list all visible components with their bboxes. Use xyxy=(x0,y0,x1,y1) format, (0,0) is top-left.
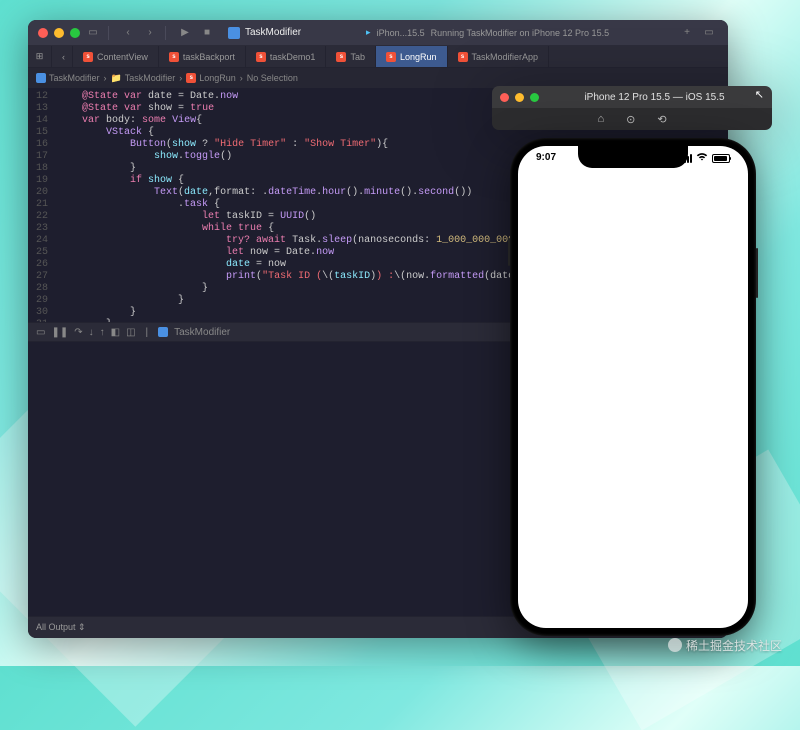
sim-home-icon[interactable]: ⌂ xyxy=(597,113,604,125)
tab-longrun[interactable]: sLongRun xyxy=(376,46,448,67)
cellular-icon xyxy=(681,154,692,163)
simulator-toolbar: ⌂ ⊙ ⟲ xyxy=(492,108,772,130)
tab-tab[interactable]: sTab xyxy=(326,46,376,67)
status-message: Running TaskModifier on iPhone 12 Pro 15… xyxy=(431,28,609,38)
navigator-toggle-icon[interactable]: ▭ xyxy=(84,24,102,42)
breadcrumb-selection[interactable]: No Selection xyxy=(247,73,298,83)
forward-button[interactable]: › xyxy=(141,24,159,42)
debug-step-over-icon[interactable]: ↷ xyxy=(74,327,82,338)
debug-step-in-icon[interactable]: ↓ xyxy=(89,327,94,338)
simulator-window: iPhone 12 Pro 15.5 — iOS 15.5 ↖ ⌂ ⊙ ⟲ xyxy=(492,86,772,130)
zoom-window-button[interactable] xyxy=(70,28,80,38)
minimize-window-button[interactable] xyxy=(54,28,64,38)
tab-taskmodifierapp[interactable]: sTaskModifierApp xyxy=(448,46,550,67)
swift-file-icon: s xyxy=(256,52,266,62)
simulator-titlebar: iPhone 12 Pro 15.5 — iOS 15.5 ↖ xyxy=(492,86,772,108)
battery-icon xyxy=(712,154,730,163)
breadcrumb-file[interactable]: sLongRun xyxy=(186,73,236,83)
swift-file-icon: s xyxy=(386,52,396,62)
simulator-screen[interactable]: 9:07 xyxy=(518,146,748,628)
debug-toggle-icon[interactable]: ▭ xyxy=(36,327,45,338)
debug-views-icon[interactable]: ◧ xyxy=(111,327,120,338)
tab-taskdemo1[interactable]: staskDemo1 xyxy=(246,46,327,67)
swift-file-icon: s xyxy=(83,52,93,62)
sim-rotate-icon[interactable]: ⟲ xyxy=(657,113,666,126)
debug-process-label[interactable]: TaskModifier xyxy=(174,327,230,338)
device-icon: ▸ xyxy=(366,27,371,38)
process-icon xyxy=(158,327,168,337)
sim-zoom-button[interactable] xyxy=(530,93,539,102)
library-icon[interactable]: ▭ xyxy=(700,24,718,42)
run-button[interactable]: ▶ xyxy=(176,24,194,42)
app-icon xyxy=(228,27,240,39)
sim-minimize-button[interactable] xyxy=(515,93,524,102)
swift-file-icon: s xyxy=(458,52,468,62)
breadcrumb-folder[interactable]: 📁 TaskModifier xyxy=(111,73,176,84)
swift-file-icon: s xyxy=(336,52,346,62)
breadcrumb-bar: TaskModifier › 📁 TaskModifier › sLongRun… xyxy=(28,68,728,88)
wifi-icon xyxy=(696,152,708,164)
sim-screenshot-icon[interactable]: ⊙ xyxy=(626,113,635,126)
device-status-bar: 9:07 xyxy=(518,152,748,164)
simulator-title: iPhone 12 Pro 15.5 — iOS 15.5 xyxy=(545,92,764,103)
simulator-device: 9:07 xyxy=(510,138,756,636)
stop-button[interactable]: ■ xyxy=(198,24,216,42)
sim-close-button[interactable] xyxy=(500,93,509,102)
editor-tabbar: ⊞ ‹ sContentViewstaskBackportstaskDemo1s… xyxy=(28,46,728,68)
related-items-button[interactable]: ⊞ xyxy=(28,46,52,67)
scheme-selector[interactable]: TaskModifier xyxy=(228,27,301,39)
output-selector[interactable]: All Output ⇕ xyxy=(36,622,86,633)
device-label: iPhon...15.5 xyxy=(377,28,425,38)
swift-file-icon: s xyxy=(169,52,179,62)
xcode-titlebar: ▭ ‹ › ▶ ■ TaskModifier ▸ iPhon...15.5 Ru… xyxy=(28,20,728,46)
close-window-button[interactable] xyxy=(38,28,48,38)
tab-back-button[interactable]: ‹ xyxy=(52,46,73,67)
tab-taskbackport[interactable]: staskBackport xyxy=(159,46,246,67)
debug-pause-icon[interactable]: ❚❚ xyxy=(51,327,68,338)
status-time: 9:07 xyxy=(536,152,556,164)
window-controls xyxy=(38,28,80,38)
status-center: ▸ iPhon...15.5 Running TaskModifier on i… xyxy=(301,27,674,38)
debug-step-out-icon[interactable]: ↑ xyxy=(100,327,105,338)
add-button[interactable]: + xyxy=(678,24,696,42)
project-name-label: TaskModifier xyxy=(245,27,301,38)
back-button[interactable]: ‹ xyxy=(119,24,137,42)
breadcrumb-project[interactable]: TaskModifier xyxy=(36,73,100,83)
line-gutter: 12 13 14 15 16 17 18 19 20 21 22 23 24 2… xyxy=(28,88,54,322)
debug-memory-icon[interactable]: ◫ xyxy=(126,327,135,338)
watermark: 稀土掘金技术社区 xyxy=(668,637,782,654)
cursor-icon: ↖ xyxy=(755,88,764,101)
tab-contentview[interactable]: sContentView xyxy=(73,46,159,67)
